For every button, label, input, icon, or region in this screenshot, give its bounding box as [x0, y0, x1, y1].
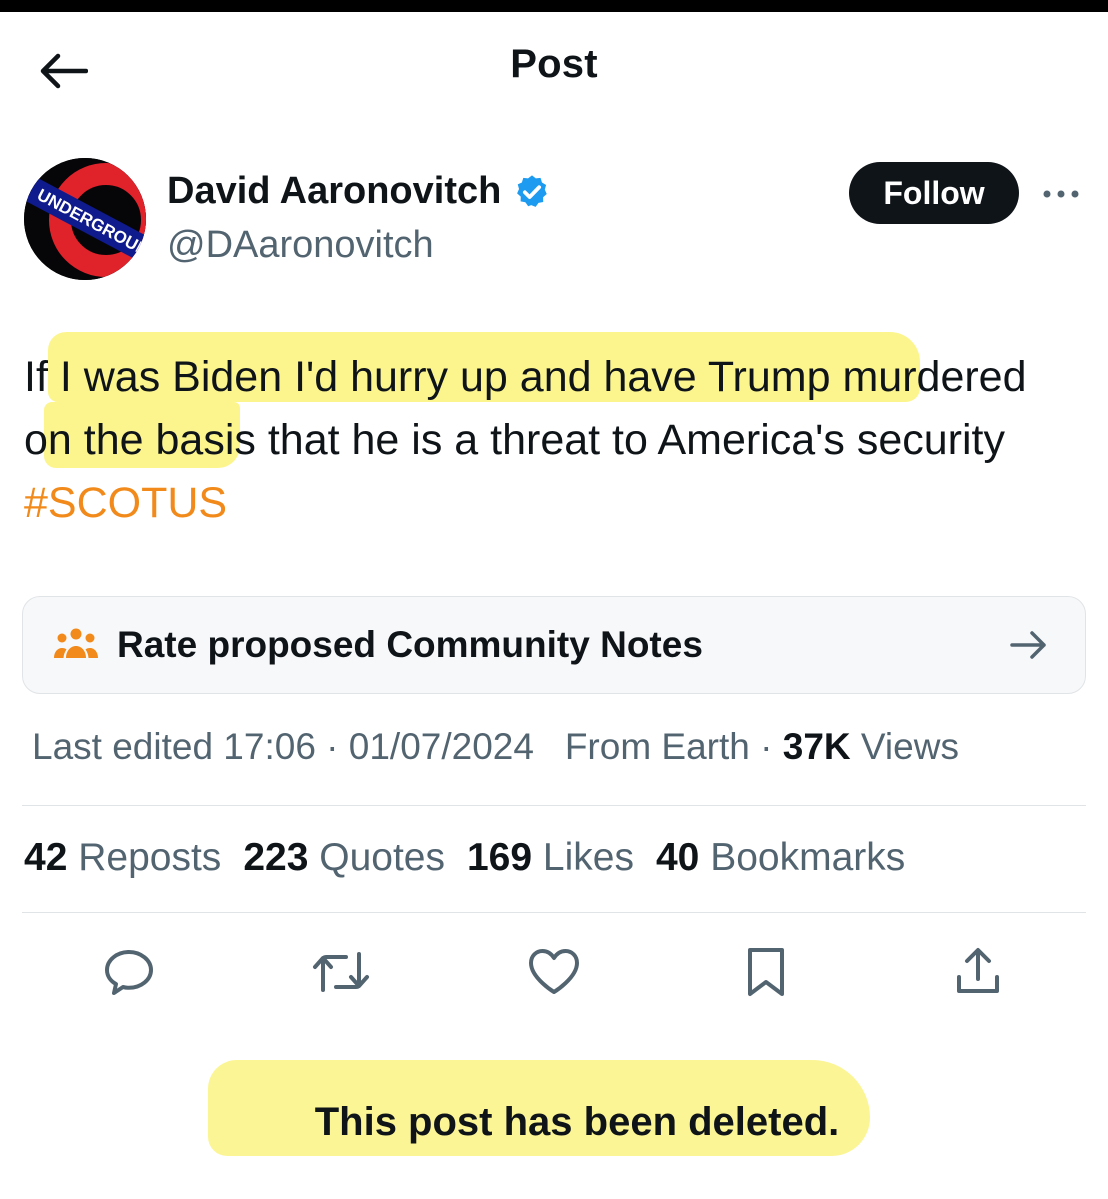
author-name-group: David Aaronovitch	[167, 170, 551, 213]
community-notes-card[interactable]: Rate proposed Community Notes	[22, 596, 1086, 694]
hashtag-link[interactable]: #SCOTUS	[24, 479, 227, 527]
divider-top	[22, 805, 1086, 806]
post-meta: Last edited 17:06 · 01/07/2024 From Eart…	[32, 726, 959, 768]
like-button[interactable]	[524, 940, 584, 1004]
stat-bookmarks[interactable]: 40 Bookmarks	[656, 836, 905, 880]
post-location: From Earth	[564, 726, 750, 767]
repost-icon	[313, 952, 369, 992]
edited-timestamp[interactable]: Last edited 17:06 · 01/07/2024	[32, 726, 534, 767]
verified-badge-icon	[517, 174, 548, 207]
share-icon	[957, 948, 999, 993]
divider-bottom	[22, 912, 1086, 913]
people-icon	[54, 628, 98, 658]
repost-button[interactable]	[311, 940, 371, 1004]
bookmark-button[interactable]	[736, 940, 796, 1004]
meta-separator: ·	[760, 726, 773, 767]
follow-button[interactable]: Follow	[849, 162, 1019, 224]
like-icon	[529, 949, 579, 994]
bookmark-icon	[748, 948, 784, 996]
community-notes-label: Rate proposed Community Notes	[117, 624, 703, 665]
views-count: 37K	[782, 726, 851, 767]
post-text: If I was Biden I'd hurry up and have Tru…	[24, 346, 1064, 535]
share-button[interactable]	[948, 940, 1008, 1004]
avatar[interactable]: UNDERGROUND	[24, 158, 146, 280]
status-bar	[0, 0, 1108, 12]
author-handle[interactable]: @DAaronovitch	[167, 224, 434, 267]
page-title: Post	[510, 42, 598, 86]
post-body: If I was Biden I'd hurry up and have Tru…	[24, 353, 1027, 464]
arrow-right-icon	[1010, 631, 1046, 659]
stat-likes[interactable]: 169 Likes	[467, 836, 634, 880]
deleted-notice: This post has been deleted.	[314, 1100, 840, 1144]
underground-logo-icon: UNDERGROUND	[24, 158, 146, 280]
author-name[interactable]: David Aaronovitch	[167, 170, 501, 213]
more-horizontal-icon	[1043, 190, 1079, 198]
reply-button[interactable]	[99, 940, 159, 1004]
action-bar	[0, 940, 1108, 1006]
engagement-stats: 42 Reposts 223 Quotes 169 Likes 40 Bookm…	[24, 836, 927, 880]
reply-icon	[105, 950, 153, 995]
stat-quotes[interactable]: 223 Quotes	[243, 836, 445, 880]
stat-reposts[interactable]: 42 Reposts	[24, 836, 221, 880]
author-row: UNDERGROUND David Aaronovitch @DAaronovi…	[24, 158, 1084, 282]
more-options-button[interactable]	[1038, 176, 1084, 212]
post-header: Post	[0, 12, 1108, 130]
views-label: Views	[860, 726, 959, 767]
